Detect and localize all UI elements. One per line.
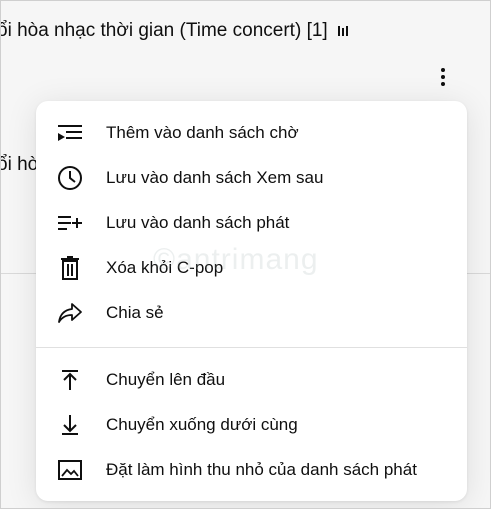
menu-divider bbox=[36, 347, 467, 348]
move-to-top-icon bbox=[56, 366, 84, 394]
menu-item-label: Lưu vào danh sách phát bbox=[106, 213, 290, 232]
menu-item-move-top[interactable]: Chuyển lên đầu bbox=[36, 358, 467, 402]
menu-item-share[interactable]: Chia sẻ bbox=[36, 291, 467, 335]
menu-item-label: Chuyển xuống dưới cùng bbox=[106, 415, 298, 434]
playlist-add-icon bbox=[56, 209, 84, 237]
image-icon bbox=[56, 456, 84, 484]
add-to-queue-icon bbox=[56, 119, 84, 147]
menu-item-label: Thêm vào danh sách chờ bbox=[106, 123, 299, 142]
video-title[interactable]: ổi hòa nhạc thời gian (Time concert) [1] bbox=[0, 20, 349, 42]
video-title-text: ổi hòa nhạc thời gian (Time concert) [1] bbox=[0, 20, 328, 41]
menu-item-watch-later[interactable]: Lưu vào danh sách Xem sau bbox=[36, 156, 467, 200]
menu-item-add-to-queue[interactable]: Thêm vào danh sách chờ bbox=[36, 111, 467, 155]
menu-item-move-bottom[interactable]: Chuyển xuống dưới cùng bbox=[36, 403, 467, 447]
next-video-title[interactable]: ổi hò bbox=[1, 154, 38, 176]
menu-item-label: Chia sẻ bbox=[106, 303, 164, 322]
menu-item-label: Lưu vào danh sách Xem sau bbox=[106, 168, 324, 187]
menu-item-set-thumbnail[interactable]: Đặt làm hình thu nhỏ của danh sách phát bbox=[36, 448, 467, 492]
app-window: ổi hòa nhạc thời gian (Time concert) [1]… bbox=[0, 0, 491, 509]
more-options-button[interactable] bbox=[429, 61, 457, 93]
context-menu: Thêm vào danh sách chờ Lưu vào danh sách… bbox=[36, 101, 467, 501]
menu-item-label: Đặt làm hình thu nhỏ của danh sách phát bbox=[106, 460, 417, 479]
trash-icon bbox=[56, 254, 84, 282]
move-to-bottom-icon bbox=[56, 411, 84, 439]
menu-item-label: Chuyển lên đầu bbox=[106, 370, 226, 389]
watermark: ©antrimang bbox=[153, 243, 319, 276]
clock-icon bbox=[56, 164, 84, 192]
kebab-vertical-icon bbox=[441, 68, 445, 72]
menu-item-save-playlist[interactable]: Lưu vào danh sách phát bbox=[36, 201, 467, 245]
share-icon bbox=[56, 299, 84, 327]
equalizer-bars-icon bbox=[337, 25, 348, 36]
